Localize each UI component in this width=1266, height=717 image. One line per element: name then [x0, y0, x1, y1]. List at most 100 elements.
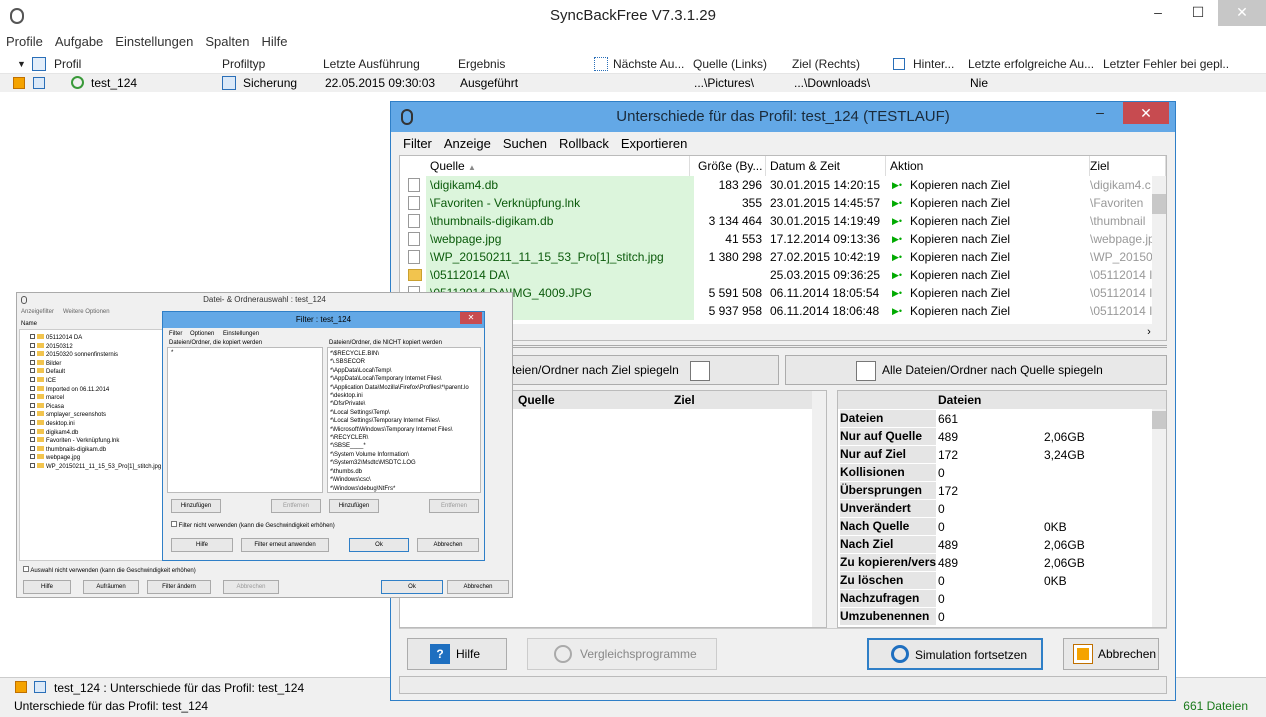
w1-cleanup-button[interactable]: Aufräumen	[83, 580, 139, 594]
difference-row[interactable]: \webpage.jpg 41 553 17.12.2014 09:13:36 ▶• K…	[400, 230, 1166, 248]
horizontal-scrollbar[interactable]	[400, 324, 1166, 340]
menu-profile[interactable]: Profile	[0, 32, 49, 52]
tree-checkbox-icon[interactable]	[30, 394, 35, 400]
w2-exclude-item[interactable]: *\.SBSECOR	[330, 358, 469, 366]
w2-close-icon[interactable]: ✕	[460, 312, 482, 324]
tree-checkbox-icon[interactable]	[30, 368, 35, 374]
w2-exclude-list[interactable]: *\$RECYCLE.BIN\ *\.SBSECOR *\AppData\Local…	[327, 347, 481, 493]
w1-tree-item[interactable]: Bilder	[30, 359, 170, 367]
w1-tree-item[interactable]: webpage.jpg	[30, 454, 170, 461]
compare-programs-button[interactable]: Vergleichsprogramme	[527, 638, 717, 670]
w1-tree-item[interactable]: ICE	[30, 377, 170, 384]
w2-exclude-item[interactable]: *\Application Data\Mozilla\Firefox\Profi…	[330, 384, 469, 392]
col-background[interactable]: Hinter...	[913, 54, 963, 74]
tree-checkbox-icon[interactable]	[30, 385, 35, 391]
w2-exclude-item[interactable]: *\SBSE____*	[330, 442, 469, 450]
w2-exclude-item[interactable]: *\$RECYCLE.BIN\	[330, 350, 469, 358]
menu-rollback[interactable]: Rollback	[553, 134, 615, 154]
detail-scrollbar[interactable]	[812, 391, 826, 627]
detail-header-target[interactable]: Ziel	[674, 393, 695, 407]
col-last-error[interactable]: Letzter Fehler bei gepl...	[1103, 54, 1229, 74]
dialog-minimize-icon[interactable]: ‒	[1085, 102, 1115, 124]
w1-tree-item[interactable]: Picasa	[30, 402, 170, 410]
w2-reapply-button[interactable]: Filter erneut anwenden	[241, 538, 329, 552]
w1-help-button[interactable]: Hilfe	[23, 580, 71, 594]
w1-cancel-gray-button[interactable]: Abbrechen	[223, 580, 279, 594]
menu-view[interactable]: Anzeige	[438, 134, 497, 154]
w1-tree-item[interactable]: Imported on 06.11.2014	[30, 385, 170, 393]
w2-help-button[interactable]: Hilfe	[171, 538, 233, 552]
w1-tab-display-filter[interactable]: Anzeigefilter	[21, 309, 54, 315]
help-button[interactable]: ? Hilfe	[407, 638, 507, 670]
col-last-run[interactable]: Letzte Ausführung	[323, 54, 420, 74]
collapse-icon[interactable]: ▼	[17, 54, 26, 74]
header-target[interactable]: Ziel	[1086, 156, 1166, 176]
tree-checkbox-icon[interactable]	[30, 334, 35, 339]
pause-icon[interactable]	[33, 77, 45, 89]
w2-exclude-item[interactable]: *\System32\Msdtc\MSDTC.LOG	[330, 459, 469, 467]
w2-exclude-item[interactable]: *\Local Settings\Temporary Internet File…	[330, 417, 469, 425]
close-icon[interactable]: ✕	[1218, 0, 1266, 26]
tree-checkbox-icon[interactable]	[30, 428, 35, 434]
w2-cancel-button[interactable]: Abbrechen	[417, 538, 479, 552]
w1-tree-item[interactable]: marcel	[30, 394, 170, 401]
w2-include-list[interactable]: *	[167, 347, 323, 493]
detail-header-source[interactable]: Quelle	[518, 393, 555, 407]
w1-cancel-button[interactable]: Abbrechen	[447, 580, 509, 594]
w2-exclude-item[interactable]: *\RECYCLER\	[330, 434, 469, 442]
w2-remove-left-button[interactable]: Entfernen	[271, 499, 321, 513]
difference-row[interactable]: \WP_20150211_11_15_53_Pro[1]_stitch.jpg 1…	[400, 248, 1166, 266]
menu-help[interactable]: Hilfe	[255, 32, 293, 52]
menu-settings[interactable]: Einstellungen	[109, 32, 199, 52]
w1-tree-item[interactable]: desktop.ini	[30, 420, 170, 427]
col-result[interactable]: Ergebnis	[458, 54, 505, 74]
difference-row[interactable]: \05112014 DA\IMG_4009.JPG5 591 50806.11.…	[400, 284, 1166, 302]
col-profile-type[interactable]: Profiltyp	[222, 54, 265, 74]
difference-row[interactable]: \05112014 DA\ 25.03.2015 09:36:25 ▶• Kopier…	[400, 266, 1166, 284]
menu-search[interactable]: Suchen	[497, 134, 553, 154]
mirror-to-source-button[interactable]: Alle Dateien/Ordner nach Quelle spiegeln	[785, 355, 1167, 385]
w1-ok-button[interactable]: Ok	[381, 580, 443, 594]
tree-checkbox-icon[interactable]	[30, 463, 35, 468]
tree-checkbox-icon[interactable]	[30, 377, 35, 382]
statistics-scrollbar[interactable]	[1152, 409, 1166, 627]
splitter[interactable]	[399, 345, 1167, 348]
difference-row[interactable]: \thumbnails-digikam.db 3 134 464 30.01.201…	[400, 212, 1166, 230]
menu-task[interactable]: Aufgabe	[49, 32, 109, 52]
dialog-close-icon[interactable]: ✕	[1123, 102, 1169, 124]
w2-exclude-item[interactable]: *\Microsoft\Windows\Temporary Internet F…	[330, 426, 469, 434]
w2-exclude-item[interactable]: *\Windows\csc\	[330, 476, 469, 484]
col-next-run[interactable]: Nächste Au...	[613, 54, 689, 74]
w2-exclude-item[interactable]: *\desktop.ini	[330, 392, 469, 400]
w1-no-selection-checkbox[interactable]: Auswahl nicht verwenden (kann die Geschw…	[23, 566, 196, 574]
cancel-button[interactable]: Abbrechen	[1063, 638, 1159, 670]
tree-checkbox-icon[interactable]	[30, 402, 35, 408]
maximize-icon[interactable]: ☐	[1178, 0, 1218, 26]
w2-add-right-button[interactable]: Hinzufügen	[329, 499, 379, 513]
stop-icon[interactable]	[13, 77, 25, 89]
difference-row[interactable]: \digikam4.db 183 296 30.01.2015 14:20:15 ▶•…	[400, 176, 1166, 194]
menu-columns[interactable]: Spalten	[199, 32, 255, 52]
w2-remove-right-button[interactable]: Entfernen	[429, 499, 479, 513]
w1-tree-item[interactable]: digikam4.db	[30, 428, 170, 436]
w1-tree-item[interactable]: 05112014 DA	[30, 334, 170, 341]
tree-checkbox-icon[interactable]	[30, 437, 35, 443]
tree-checkbox-icon[interactable]	[30, 420, 35, 425]
w2-exclude-item[interactable]: *\Local Settings\Temp\	[330, 409, 469, 417]
w2-exclude-item[interactable]: *\thumbs.db	[330, 468, 469, 476]
w1-tree-item[interactable]: WP_20150211_11_15_53_Pro[1]_stitch.jpg	[30, 463, 170, 470]
run-icon[interactable]	[32, 57, 46, 71]
menu-export[interactable]: Exportieren	[615, 134, 693, 154]
header-date[interactable]: Datum & Zeit	[766, 156, 886, 176]
w1-tree-item[interactable]: Default	[30, 368, 170, 375]
w1-tree-item[interactable]: 20150320 sonnenfinsternis	[30, 351, 170, 358]
w1-tab-more-options[interactable]: Weitere Optionen	[63, 309, 110, 315]
tree-checkbox-icon[interactable]	[30, 454, 35, 460]
tree-checkbox-icon[interactable]	[30, 342, 35, 348]
w1-tree-item[interactable]: Favoriten - Verknüpfung.lnk	[30, 437, 170, 444]
w2-ok-button[interactable]: Ok	[349, 538, 409, 552]
continue-simulation-button[interactable]: Simulation fortsetzen	[867, 638, 1043, 670]
w1-change-filter-button[interactable]: Filter ändern	[147, 580, 211, 594]
w1-tree-item[interactable]: 20150312	[30, 342, 170, 350]
w1-tree-item[interactable]: smplayer_screenshots	[30, 411, 170, 418]
